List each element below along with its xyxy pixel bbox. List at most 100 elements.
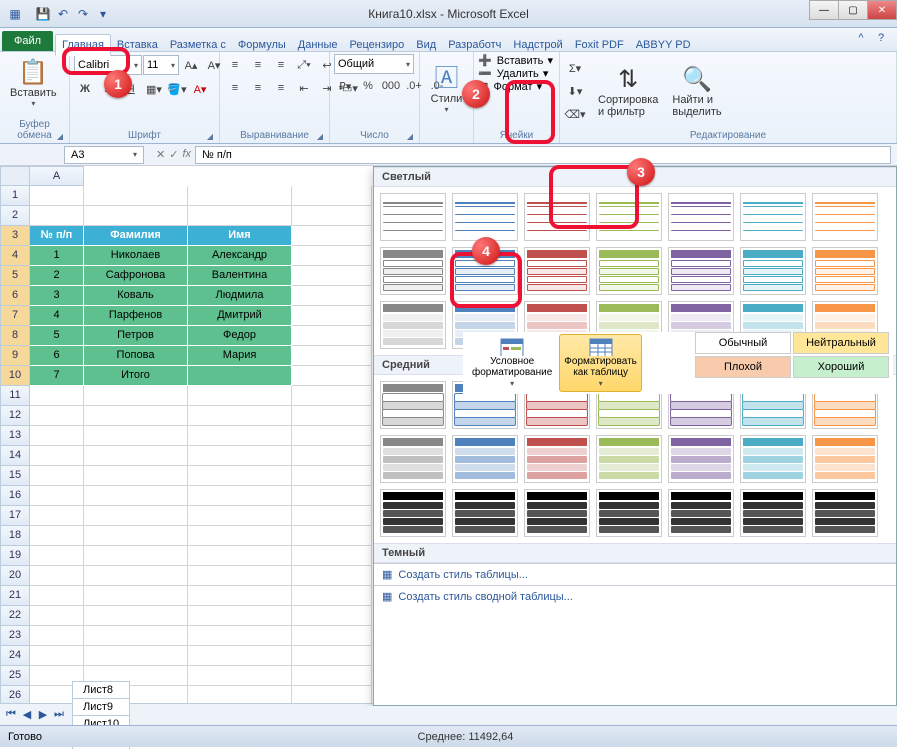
cell[interactable] — [188, 526, 292, 546]
sheet-tab[interactable]: Лист8 — [72, 681, 130, 698]
fx-icon[interactable]: fx — [182, 148, 191, 161]
cell[interactable] — [84, 426, 188, 446]
cell[interactable] — [188, 486, 292, 506]
cell[interactable] — [30, 566, 84, 586]
sheet-nav-first-icon[interactable]: ⏮ — [4, 708, 18, 721]
tab-рецензиро[interactable]: Рецензиро — [344, 35, 411, 55]
table-style-swatch[interactable] — [668, 193, 734, 241]
font-color-icon[interactable]: A▾ — [189, 78, 211, 100]
grow-font-icon[interactable]: A▴ — [180, 54, 202, 76]
tab-разметка с[interactable]: Разметка с — [164, 35, 232, 55]
cell[interactable] — [30, 486, 84, 506]
row-header[interactable]: 8 — [0, 326, 30, 346]
cell[interactable]: № п/п — [30, 226, 84, 246]
cell[interactable] — [30, 426, 84, 446]
tab-foxit pdf[interactable]: Foxit PDF — [569, 35, 630, 55]
new-table-style-button[interactable]: ▦Создать стиль таблицы... — [374, 563, 896, 585]
cell[interactable] — [292, 666, 372, 686]
row-header[interactable]: 7 — [0, 306, 30, 326]
row-header[interactable]: 15 — [0, 466, 30, 486]
cell[interactable] — [188, 626, 292, 646]
sheet-nav-prev-icon[interactable]: ◀ — [20, 708, 34, 721]
cell[interactable] — [292, 546, 372, 566]
cell[interactable] — [292, 406, 372, 426]
cell[interactable] — [292, 486, 372, 506]
cell[interactable] — [292, 226, 372, 246]
cell[interactable]: Парфенов — [84, 306, 188, 326]
column-header[interactable]: A — [30, 166, 84, 186]
cell[interactable] — [292, 286, 372, 306]
cell[interactable]: Александр — [188, 246, 292, 266]
row-header[interactable]: 4 — [0, 246, 30, 266]
table-style-swatch[interactable] — [524, 489, 590, 537]
cell[interactable] — [30, 206, 84, 226]
table-style-swatch[interactable] — [668, 247, 734, 295]
number-format-combo[interactable]: Общий▾ — [334, 54, 414, 74]
cell[interactable] — [292, 566, 372, 586]
tab-формулы[interactable]: Формулы — [232, 35, 292, 55]
row-header[interactable]: 11 — [0, 386, 30, 406]
number-dialog-icon[interactable]: ◢ — [407, 132, 413, 141]
cell[interactable] — [30, 526, 84, 546]
tab-данные[interactable]: Данные — [292, 35, 344, 55]
cell[interactable] — [188, 586, 292, 606]
table-style-swatch[interactable] — [380, 381, 446, 429]
table-style-swatch[interactable] — [740, 193, 806, 241]
cell[interactable] — [84, 606, 188, 626]
row-header[interactable]: 12 — [0, 406, 30, 426]
align-right-icon[interactable]: ≡ — [270, 77, 292, 99]
cancel-formula-icon[interactable]: ✕ — [156, 148, 165, 161]
cell[interactable] — [30, 406, 84, 426]
align-bottom-icon[interactable]: ≡ — [270, 54, 292, 76]
row-header[interactable]: 18 — [0, 526, 30, 546]
paste-button[interactable]: 📋 Вставить ▾ — [4, 54, 63, 112]
cell[interactable] — [292, 346, 372, 366]
cell[interactable] — [30, 586, 84, 606]
tab-вставка[interactable]: Вставка — [111, 35, 164, 55]
cell[interactable] — [188, 426, 292, 446]
cell[interactable] — [292, 366, 372, 386]
cell[interactable] — [84, 646, 188, 666]
conditional-formatting-button[interactable]: Условное форматирование▾ — [467, 334, 557, 392]
sheet-tab[interactable]: Лист9 — [72, 698, 130, 715]
row-header[interactable]: 25 — [0, 666, 30, 686]
cell[interactable] — [292, 526, 372, 546]
fill-color-icon[interactable]: 🪣▾ — [166, 78, 188, 100]
align-top-icon[interactable]: ≡ — [224, 54, 246, 76]
row-header[interactable]: 5 — [0, 266, 30, 286]
cell[interactable] — [292, 306, 372, 326]
tab-abbyy pd[interactable]: ABBYY PD — [630, 35, 697, 55]
table-style-swatch[interactable] — [380, 435, 446, 483]
cell[interactable] — [30, 386, 84, 406]
cell[interactable]: 1 — [30, 246, 84, 266]
row-header[interactable]: 24 — [0, 646, 30, 666]
cell[interactable] — [84, 506, 188, 526]
cell[interactable] — [188, 466, 292, 486]
table-style-swatch[interactable] — [524, 247, 590, 295]
row-header[interactable]: 20 — [0, 566, 30, 586]
cell[interactable] — [30, 646, 84, 666]
cell[interactable] — [84, 466, 188, 486]
cell[interactable] — [292, 266, 372, 286]
row-header[interactable]: 19 — [0, 546, 30, 566]
save-icon[interactable]: 💾 — [34, 5, 52, 23]
table-style-swatch[interactable] — [452, 193, 518, 241]
cell[interactable] — [188, 606, 292, 626]
table-style-swatch[interactable] — [740, 247, 806, 295]
cell[interactable] — [292, 446, 372, 466]
table-style-swatch[interactable] — [596, 247, 662, 295]
cell[interactable]: Попова — [84, 346, 188, 366]
table-style-swatch[interactable] — [596, 193, 662, 241]
table-style-swatch[interactable] — [668, 489, 734, 537]
cell[interactable] — [188, 666, 292, 686]
formula-input[interactable]: № п/п — [195, 146, 891, 164]
tab-разработч[interactable]: Разработч — [442, 35, 507, 55]
redo-icon[interactable]: ↷ — [74, 5, 92, 23]
align-middle-icon[interactable]: ≡ — [247, 54, 269, 76]
cell[interactable] — [84, 446, 188, 466]
alignment-dialog-icon[interactable]: ◢ — [317, 132, 323, 141]
cell[interactable]: Людмила — [188, 286, 292, 306]
table-style-swatch[interactable] — [812, 193, 878, 241]
row-header[interactable]: 21 — [0, 586, 30, 606]
table-style-swatch[interactable] — [380, 301, 446, 349]
